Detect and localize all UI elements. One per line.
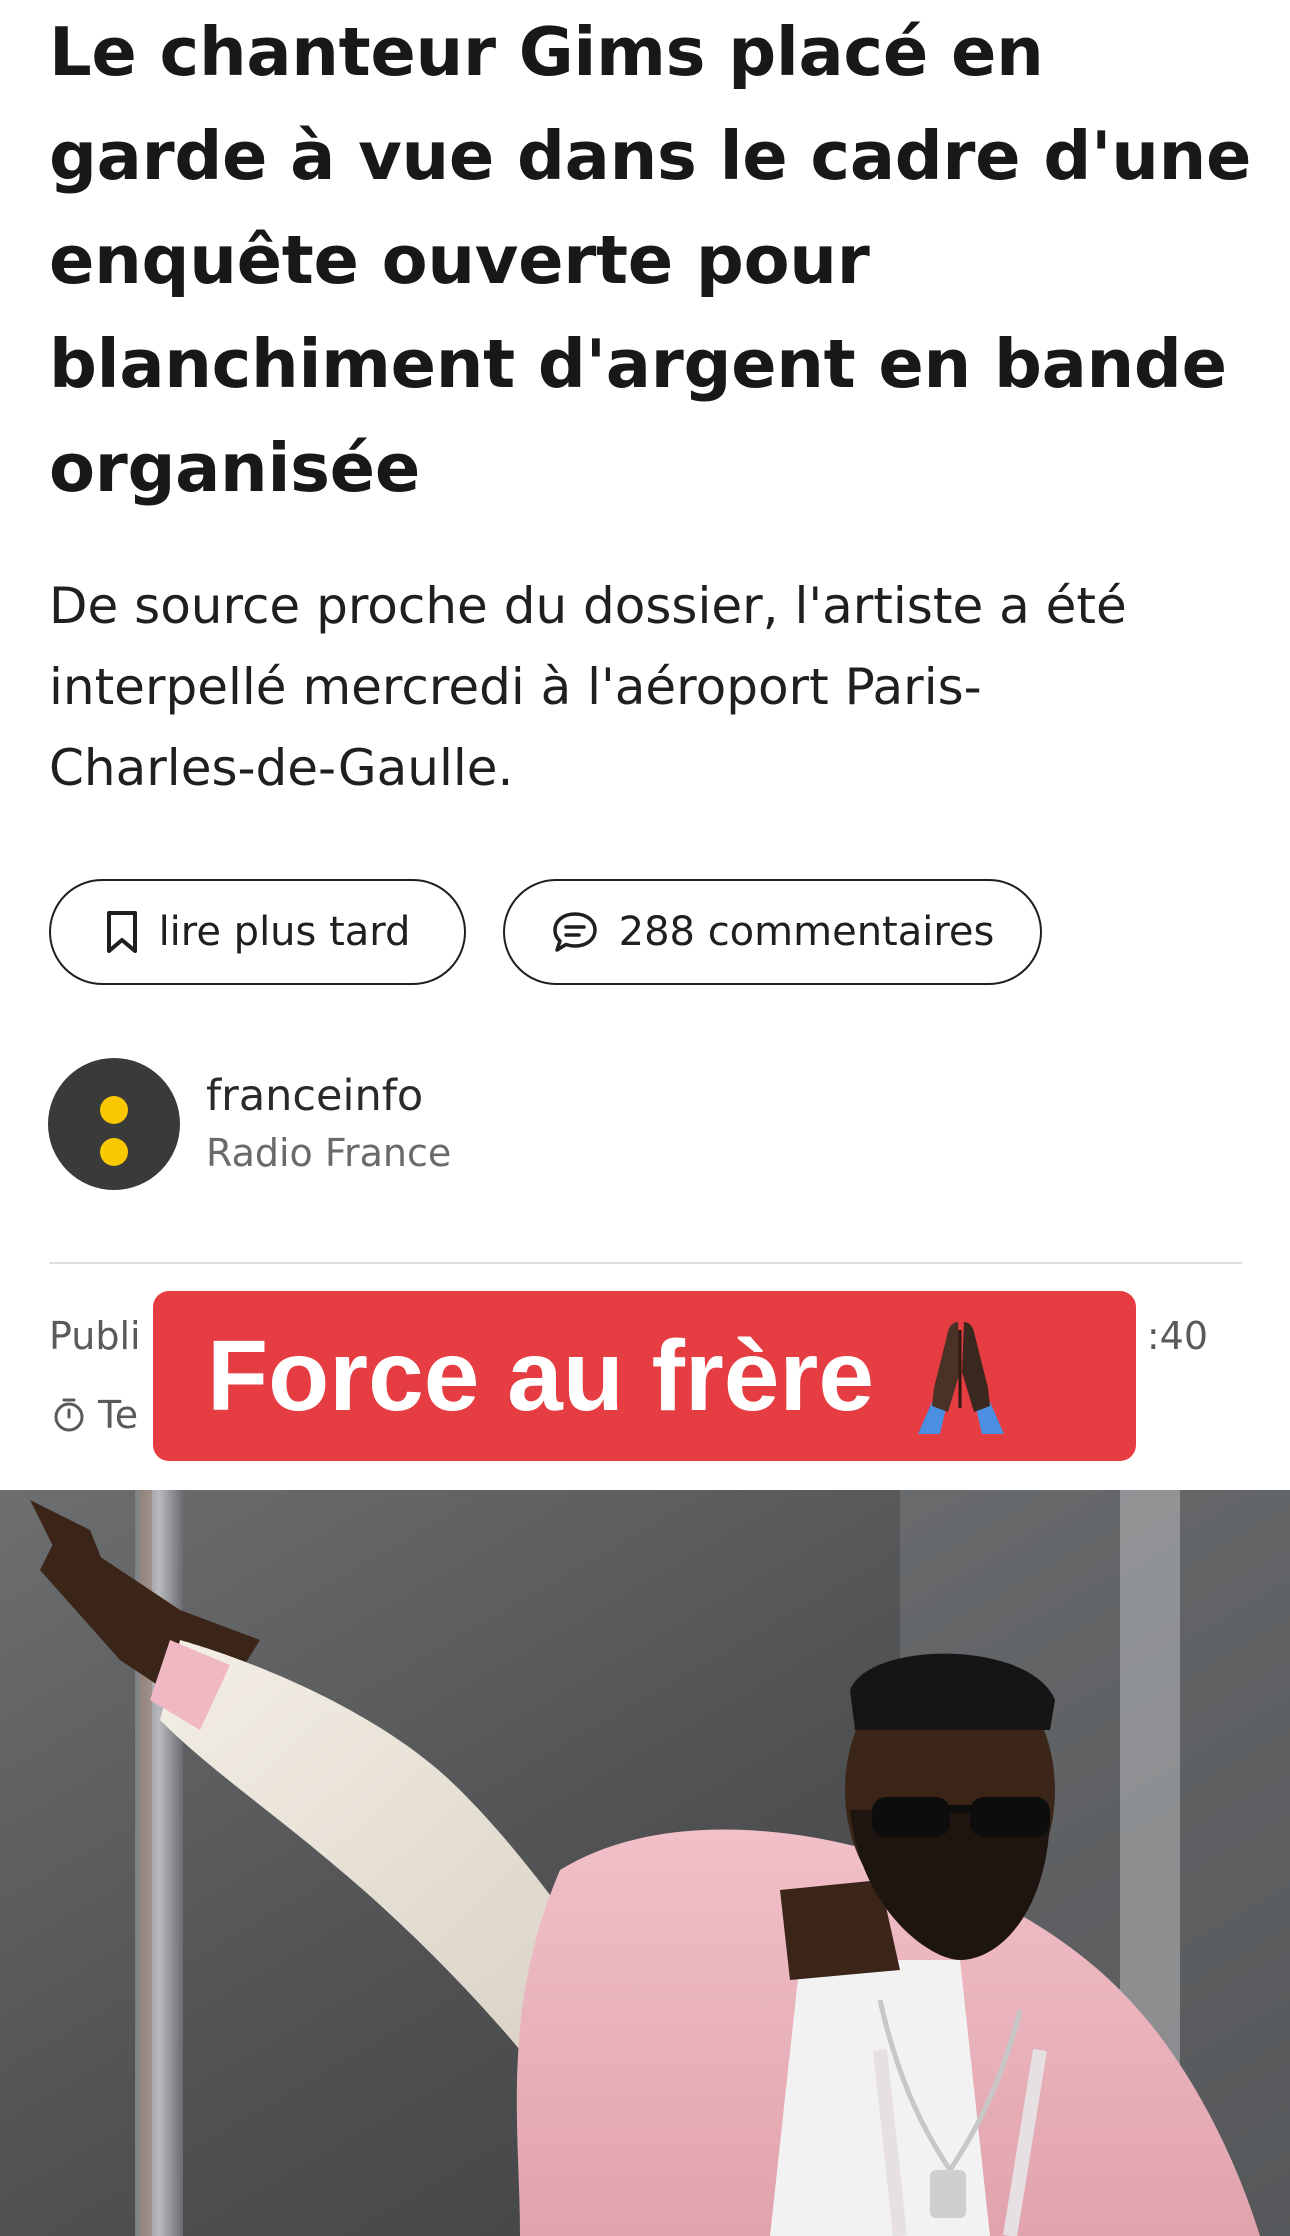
article-headline: Le chanteur Gims placé en garde à vue da… [49,0,1252,520]
article-lead: De source proche du dossier, l'artiste a… [49,566,1249,809]
read-later-button[interactable]: lire plus tard [49,879,466,985]
comments-button[interactable]: 288 commentaires [503,879,1042,985]
franceinfo-logo[interactable] [48,1058,180,1190]
reading-time-label: Te [98,1393,139,1437]
headline-line: garde à vue dans le cadre d'une [49,117,1252,195]
photo-illustration [0,1490,1290,2236]
headline-line: enquête ouverte pour [49,221,870,299]
headline-line: organisée [49,429,420,507]
logo-dot-top [100,1096,128,1124]
folded-hands-icon [898,1316,1024,1436]
published-time: :40 [1146,1314,1208,1358]
logo-dot-bottom [100,1138,128,1166]
author-organization: Radio France [206,1131,452,1175]
lead-line: interpellé mercredi à l'aéroport Paris- [49,658,982,716]
author-name[interactable]: franceinfo [206,1071,423,1121]
comment-icon [551,910,599,954]
divider [49,1262,1242,1264]
timer-icon [52,1397,86,1433]
headline-line: blanchiment d'argent en bande [49,325,1227,403]
headline-line: Le chanteur Gims placé en [49,13,1044,91]
read-later-label: lire plus tard [158,909,411,955]
overlay-text: Force au frère [207,1319,874,1432]
published-date: Publi [49,1314,141,1358]
comments-label: 288 commentaires [618,909,995,955]
lead-line: De source proche du dossier, l'artiste a… [49,577,1127,635]
bookmark-icon [105,910,139,954]
reading-time: Te [52,1393,138,1437]
caption-overlay: Force au frère [153,1291,1136,1461]
lead-line: Charles-de-Gaulle. [49,739,514,797]
article-photo [0,1490,1290,2236]
